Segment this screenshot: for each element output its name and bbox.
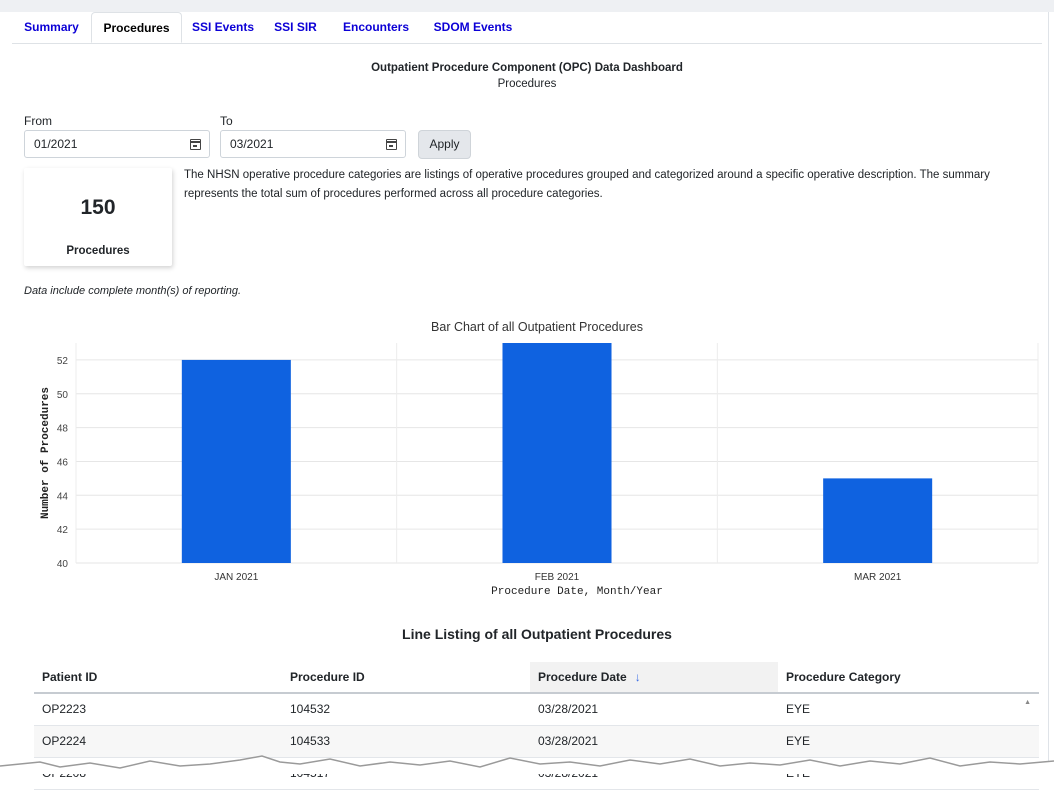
chart-title: Bar Chart of all Outpatient Procedures	[431, 320, 643, 334]
torn-edge-decoration	[0, 755, 1054, 774]
from-date-input[interactable]: 01/2021	[24, 130, 210, 158]
to-label: To	[220, 114, 233, 128]
x-axis-title: Procedure Date, Month/Year	[491, 586, 663, 598]
y-tick-label: 42	[57, 525, 69, 536]
tab-procedures[interactable]: Procedures	[91, 12, 182, 43]
y-tick-label: 40	[57, 559, 69, 570]
page-title: Outpatient Procedure Component (OPC) Dat…	[371, 62, 683, 74]
table-row[interactable]: OP2223 104532 03/28/2021 EYE	[34, 694, 1039, 726]
procedures-count-card: 150 Procedures	[24, 168, 172, 266]
to-date-input[interactable]: 03/2021	[220, 130, 406, 158]
y-tick-label: 52	[57, 356, 69, 367]
x-tick-label: MAR 2021	[854, 572, 902, 583]
y-tick-label: 48	[57, 424, 69, 435]
y-tick-label: 46	[57, 457, 69, 468]
description-text: The NHSN operative procedure categories …	[184, 169, 990, 200]
tab-summary[interactable]: Summary	[12, 12, 91, 43]
data-note: Data include complete month(s) of report…	[24, 285, 242, 297]
column-header-procedure-date[interactable]: Procedure Date ↓	[530, 662, 778, 692]
table-header: Patient ID Procedure ID Procedure Date ↓ …	[34, 662, 1039, 694]
bar	[502, 343, 612, 563]
tab-encounters[interactable]: Encounters	[330, 12, 422, 43]
sort-descending-icon: ↓	[634, 670, 641, 684]
bar	[823, 478, 933, 563]
tab-ssi-events[interactable]: SSI Events	[184, 12, 262, 43]
column-header-procedure-id[interactable]: Procedure ID	[282, 662, 530, 692]
tab-sdom-events[interactable]: SDOM Events	[422, 12, 524, 43]
to-date-value: 03/2021	[230, 137, 274, 151]
tab-bar: Summary Procedures SSI Events SSI SIR En…	[12, 12, 1042, 44]
from-label: From	[24, 114, 52, 128]
cell-procedure-id: 104532	[290, 702, 331, 716]
cell-patient-id: OP2223	[42, 702, 87, 716]
y-axis-title: Number of Procedures	[40, 387, 52, 519]
column-header-patient-id[interactable]: Patient ID	[34, 662, 282, 692]
apply-button[interactable]: Apply	[418, 130, 471, 159]
bar-chart: 40 42 44 46 48 50 52 JAN 2021 FEB 2021 MAR 2021 Pr…	[40, 343, 1039, 598]
bar	[181, 359, 291, 563]
procedures-count-caption: Procedures	[66, 245, 130, 257]
from-date-value: 01/2021	[34, 137, 78, 151]
window-top-strip	[0, 0, 1054, 12]
x-tick-label: FEB 2021	[535, 572, 580, 583]
table-title: Line Listing of all Outpatient Procedure…	[402, 626, 672, 642]
x-tick-label: JAN 2021	[214, 572, 258, 583]
page-subtitle: Procedures	[497, 78, 557, 90]
y-tick-label: 44	[57, 491, 69, 502]
cell-procedure-category: EYE	[786, 702, 811, 716]
calendar-icon[interactable]	[190, 139, 201, 150]
scroll-up-arrow-icon[interactable]: ▲	[1024, 699, 1031, 706]
procedure-date-header-label: Procedure Date	[538, 670, 627, 684]
cell-procedure-date: 03/28/2021	[538, 702, 599, 716]
calendar-icon[interactable]	[386, 139, 397, 150]
procedures-count-value: 150	[80, 196, 116, 219]
y-tick-label: 50	[57, 390, 69, 401]
column-header-procedure-category[interactable]: Procedure Category	[778, 662, 1039, 692]
tab-ssi-sir[interactable]: SSI SIR	[262, 12, 329, 43]
